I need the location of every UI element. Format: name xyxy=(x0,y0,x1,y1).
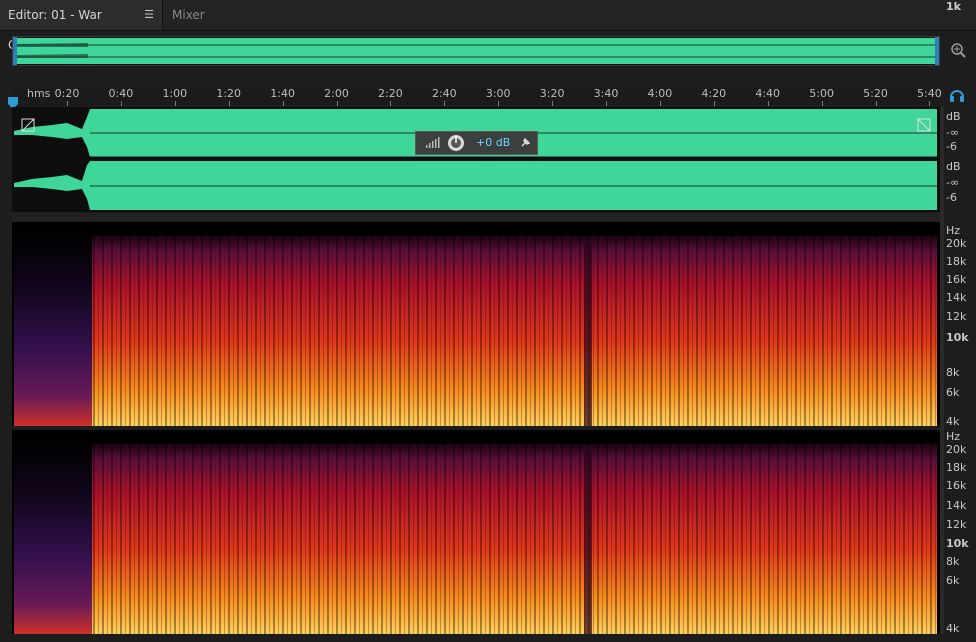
ruler-tick xyxy=(282,101,284,106)
db-tick: -∞ xyxy=(946,126,960,139)
zoom-icon[interactable] xyxy=(948,40,968,60)
spectrogram-right xyxy=(12,430,940,634)
ruler-tick xyxy=(821,101,823,106)
ruler-tick-label: 2:20 xyxy=(378,87,403,100)
ruler-tick xyxy=(767,101,769,106)
hz-tick-label: 6k xyxy=(946,574,960,587)
db-label: dB xyxy=(946,110,961,123)
hz-tick-label: 18k xyxy=(946,255,967,268)
playhead-marker[interactable] xyxy=(8,94,18,109)
hz-tick-label: 10k xyxy=(946,537,969,550)
view-splitter[interactable] xyxy=(12,213,940,221)
hz-tick-label: 4k xyxy=(946,415,960,428)
ruler-tick-label: 4:00 xyxy=(647,87,673,100)
hz-tick-label: 14k xyxy=(946,291,967,304)
hz-tick-label: 4k xyxy=(946,622,960,635)
ruler-tick-label: 3:40 xyxy=(593,87,619,100)
ruler-tick xyxy=(713,101,715,106)
waveform-display[interactable] xyxy=(12,107,940,212)
volume-hud[interactable]: +0 dB xyxy=(415,131,538,155)
panel-tab-bar: Editor: 01 - War Cry.mp3 ☰ Mixer xyxy=(0,0,976,52)
hz-tick-label: 16k xyxy=(946,479,967,492)
spectrogram-left xyxy=(12,222,940,426)
gain-value[interactable]: +0 dB xyxy=(476,136,510,149)
tab-editor[interactable]: Editor: 01 - War Cry.mp3 ☰ xyxy=(0,0,163,52)
hz-tick-label: 12k xyxy=(946,310,967,323)
hz-tick-label: 20k xyxy=(946,443,967,456)
db-tick: -6 xyxy=(946,140,957,153)
tab-mixer-label: Mixer xyxy=(172,8,205,22)
db-label: dB xyxy=(946,160,961,173)
ruler-tick-label: 2:40 xyxy=(431,87,457,100)
ruler-tick-label: 5:40 xyxy=(917,87,942,100)
hz-tick-label: 14k xyxy=(946,499,967,512)
headphones-icon[interactable] xyxy=(948,86,966,104)
ruler-tick-label: 1:00 xyxy=(162,87,188,100)
hz-tick-label: 16k xyxy=(946,273,967,286)
ruler-tick-label: 1:20 xyxy=(216,87,242,100)
waveform-channels xyxy=(12,109,940,210)
overview-navigator[interactable] xyxy=(12,36,940,66)
hz-tick-label: 20k xyxy=(946,237,967,250)
hz-tick-label: 8k xyxy=(946,366,960,379)
panel-menu-icon[interactable]: ☰ xyxy=(144,0,154,30)
ruler-tick xyxy=(875,101,877,106)
db-tick: -∞ xyxy=(946,176,960,189)
ruler-tick-label: 4:40 xyxy=(755,87,781,100)
ruler-tick xyxy=(174,101,176,106)
hz-tick-label: Hz xyxy=(946,430,961,443)
ruler-tick-label: 0:20 xyxy=(54,87,80,100)
time-ruler[interactable]: hms 0:20 0:40 1:00 1:20 1:40 2:00 2:20 2:40 3:00… xyxy=(12,84,942,106)
ruler-tick-label: 3:20 xyxy=(539,87,565,100)
vertical-scrollbar[interactable] xyxy=(940,107,944,634)
ruler-unit-label: hms xyxy=(27,87,51,100)
ruler-tick xyxy=(659,101,661,106)
overview-waveform xyxy=(13,37,939,65)
ruler-tick xyxy=(606,101,607,106)
tab-mixer[interactable]: Mixer xyxy=(164,0,236,30)
hz-tick-label: 18k xyxy=(946,461,967,474)
hz-tick-label: Hz xyxy=(946,224,961,237)
ruler-tick xyxy=(390,101,392,106)
pin-icon[interactable] xyxy=(517,135,533,151)
ruler-tick-label: 0:40 xyxy=(108,87,134,100)
hz-tick-label: 12k xyxy=(946,518,967,531)
spectral-display-left[interactable] xyxy=(12,222,940,426)
ruler-tick-label: 2:00 xyxy=(324,87,349,100)
ruler-tick xyxy=(120,101,122,106)
ruler-tick xyxy=(67,101,68,106)
hz-tick-label: 10k xyxy=(946,331,969,344)
spectral-display-right[interactable] xyxy=(12,430,940,634)
ruler-tick-label: 3:00 xyxy=(485,87,511,100)
ruler-tick xyxy=(552,101,554,106)
ruler-tick xyxy=(336,101,338,106)
ruler-tick xyxy=(444,101,446,106)
ruler-tick xyxy=(498,101,500,106)
db-tick: -6 xyxy=(946,191,957,204)
hz-tick-label: 8k xyxy=(946,555,960,568)
ruler-tick-label: 5:00 xyxy=(809,87,834,100)
hz-tick-label: 1k xyxy=(946,0,961,13)
splitter-grip-icon[interactable] xyxy=(502,215,526,228)
ruler-tick xyxy=(228,101,230,106)
ruler-tick xyxy=(929,101,931,106)
hz-tick-label: 6k xyxy=(946,386,960,399)
ruler-tick-label: 4:20 xyxy=(701,87,727,100)
ruler-tick-label: 1:40 xyxy=(270,87,295,100)
ruler-tick-label: 5:20 xyxy=(863,87,888,100)
